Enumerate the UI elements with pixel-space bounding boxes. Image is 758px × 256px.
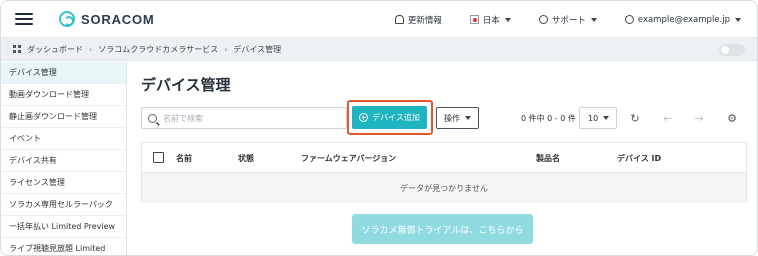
refresh-icon[interactable]: ↻ [628,111,642,125]
sidebar-item-device-sharing[interactable]: デバイス共有 [1,150,126,172]
chevron-down-icon [504,17,511,22]
account-dropdown[interactable]: example@example.jp [624,14,741,25]
sidebar-item-device-management[interactable]: デバイス管理 [1,62,126,84]
next-page-icon[interactable]: → [692,111,706,125]
account-label: example@example.jp [637,14,730,25]
japan-flag-icon [469,15,479,24]
operations-dropdown[interactable]: 操作 [436,107,479,129]
user-icon [624,15,634,24]
bell-icon [394,15,404,24]
brand-name: SORACOM [81,11,155,27]
breadcrumb-camera-service[interactable]: ソラコムクラウドカメラサービス [98,44,218,55]
add-device-button[interactable]: デバイス追加 [352,106,427,129]
brand-logo[interactable]: SORACOM [59,11,155,27]
page-title: デバイス管理 [141,76,231,94]
search-box [141,107,347,129]
sidebar: デバイス管理 動画ダウンロード管理 静止画ダウンロード管理 イベント デバイス共… [1,62,127,255]
search-icon [148,113,157,123]
device-table: 名前 状態 ファームウェアバージョン 製品名 デバイス ID データが見つかりま… [141,142,747,203]
dashboard-grid-icon [13,45,21,53]
toolbar: デバイス追加 操作 0 件中 0 - 0 件 10 ↻ ← → ⚙ [141,100,747,135]
sidebar-item-image-download[interactable]: 静止画ダウンロード管理 [1,106,126,128]
support-dropdown[interactable]: サポート [538,14,597,26]
chevron-down-icon [590,17,597,22]
select-all-checkbox[interactable] [153,152,164,163]
top-nav-menu: 更新情報 日本 サポート example@example.jp [394,1,757,38]
app-window: SORACOM 更新情報 日本 サポート example@example.jp [0,0,758,256]
breadcrumb-dashboard[interactable]: ダッシュボード [27,44,83,55]
breadcrumb-current: デバイス管理 [233,44,282,54]
chevron-down-icon [735,17,741,22]
support-icon [538,15,548,24]
soracom-logo-icon [59,11,75,27]
column-product[interactable]: 製品名 [536,153,560,164]
menu-button[interactable] [1,1,47,38]
add-device-label: デバイス追加 [372,113,420,122]
plus-circle-icon [359,113,369,122]
language-label: 日本 [482,15,500,26]
free-trial-button[interactable]: ソラカメ無償トライアルは、こちらから [352,214,533,244]
previous-page-icon[interactable]: ← [661,111,675,125]
column-firmware[interactable]: ファームウェアバージョン [301,153,396,164]
page-size-value: 10 [588,113,599,123]
news-label: 更新情報 [407,15,442,26]
top-navigation-bar: SORACOM 更新情報 日本 サポート example@example.jp [1,1,757,38]
breadcrumb-separator-icon: › [224,44,228,54]
search-input[interactable] [163,113,333,123]
sidebar-item-annual-payment[interactable]: 一括年払い Limited Preview [1,216,126,238]
support-label: サポート [551,15,586,26]
hamburger-icon [15,10,33,28]
sidebar-item-video-download[interactable]: 動画ダウンロード管理 [1,84,126,106]
chevron-down-icon [465,116,471,120]
breadcrumb-separator-icon: › [89,44,93,54]
gear-icon[interactable]: ⚙ [725,111,739,125]
sidebar-item-license[interactable]: ライセンス管理 [1,172,126,194]
breadcrumb: ダッシュボード › ソラコムクラウドカメラサービス › デバイス管理 [1,38,757,61]
column-status[interactable]: 状態 [238,153,254,164]
pagination-count: 0 件中 0 - 0 件 [521,114,576,123]
column-device-id[interactable]: デバイス ID [617,153,661,164]
chevron-down-icon [603,116,610,120]
sidebar-item-live-viewing[interactable]: ライブ視聴見放題 Limited [1,238,126,255]
language-dropdown[interactable]: 日本 [469,14,511,26]
table-header: 名前 状態 ファームウェアバージョン 製品名 デバイス ID [142,143,746,173]
main-content: デバイス管理 デバイス追加 操作 0 件中 0 - 0 件 10 ↻ ← [141,62,747,255]
theme-toggle[interactable] [719,44,745,56]
sidebar-item-events[interactable]: イベント [1,128,126,150]
column-name[interactable]: 名前 [176,153,192,164]
news-link[interactable]: 更新情報 [394,14,442,26]
page-size-select[interactable]: 10 [579,107,617,129]
operations-label: 操作 [444,113,460,123]
sidebar-item-cellular-pack[interactable]: ソラカメ専用セルラーパック [1,194,126,216]
empty-message: データが見つかりません [400,183,488,193]
table-empty-row: データが見つかりません [142,173,746,203]
